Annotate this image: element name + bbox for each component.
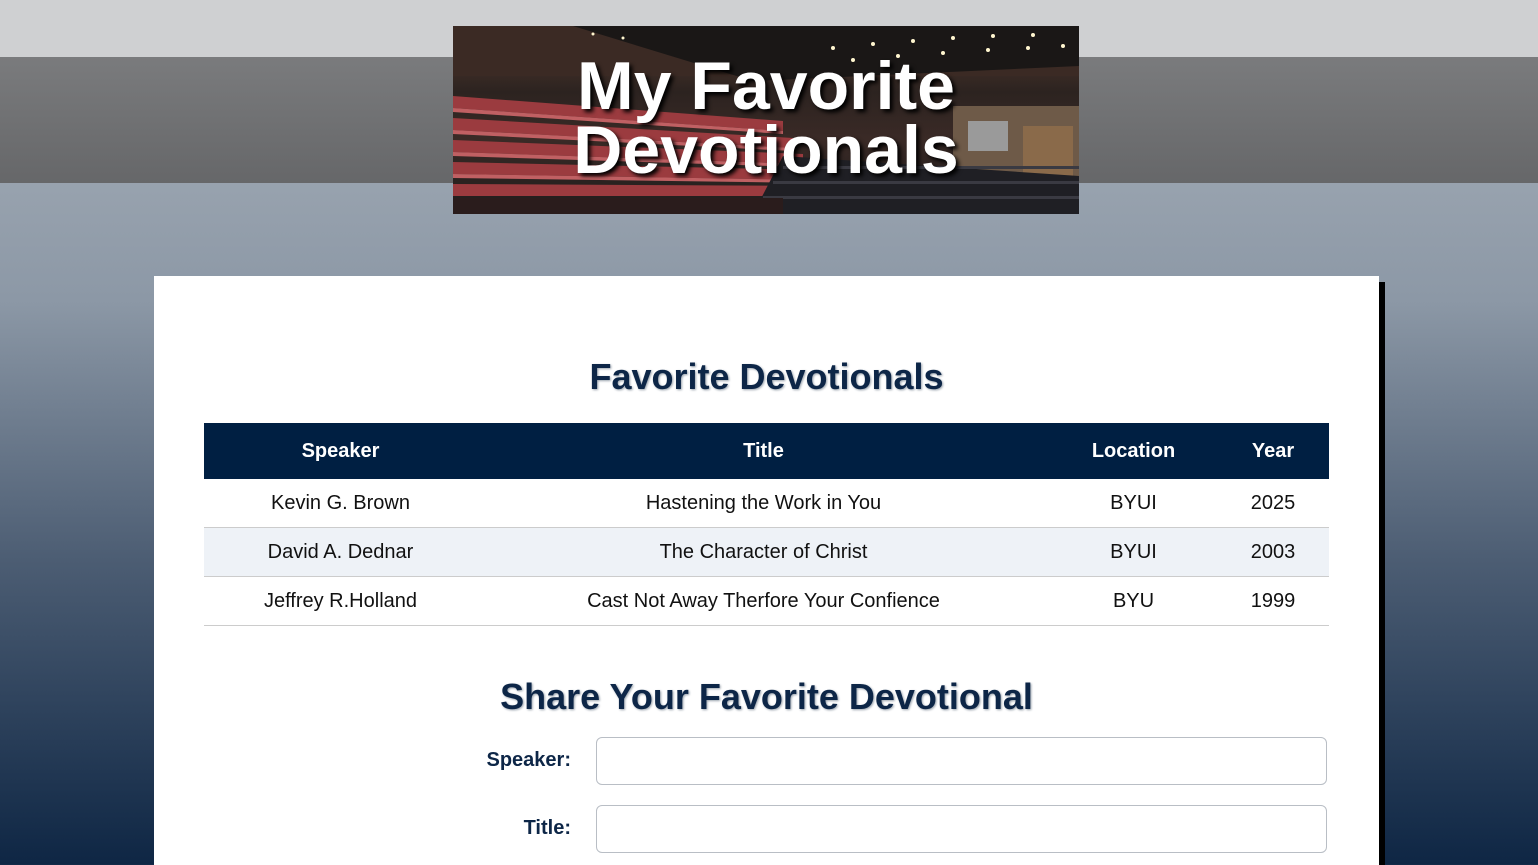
cell-year: 2025 [1217, 479, 1329, 528]
table-row: Jeffrey R.Holland Cast Not Away Therfore… [204, 576, 1329, 626]
cell-speaker: David A. Dednar [204, 527, 477, 577]
speaker-form-row: Speaker: [154, 737, 1379, 787]
speaker-input[interactable] [596, 737, 1327, 785]
column-header-title: Title [477, 423, 1050, 479]
cell-year: 2003 [1217, 527, 1329, 577]
devotionals-table: Speaker Title Location Year Kevin G. Bro… [204, 423, 1329, 626]
column-header-speaker: Speaker [204, 423, 477, 479]
column-header-year: Year [1217, 423, 1329, 479]
cell-location: BYU [1050, 576, 1217, 626]
share-form-heading: Share Your Favorite Devotional [500, 676, 1033, 717]
column-header-location: Location [1050, 423, 1217, 479]
favorites-heading: Favorite Devotionals [589, 356, 944, 397]
site-title: My Favorite Devotionals [453, 52, 1079, 184]
cell-title: Cast Not Away Therfore Your Confience [477, 576, 1050, 626]
cell-speaker: Jeffrey R.Holland [204, 576, 477, 626]
cell-speaker: Kevin G. Brown [204, 479, 477, 528]
cell-location: BYUI [1050, 527, 1217, 577]
speaker-label: Speaker: [486, 749, 572, 771]
title-form-row: Title: [154, 805, 1379, 855]
table-row: David A. Dednar The Character of Christ … [204, 527, 1329, 577]
table-header-row: Speaker Title Location Year [204, 423, 1329, 479]
title-input[interactable] [596, 805, 1327, 853]
cell-year: 1999 [1217, 576, 1329, 626]
content-card: Favorite Devotionals Speaker Title Locat… [154, 276, 1379, 865]
title-label: Title: [523, 817, 571, 839]
table-row: Kevin G. Brown Hastening the Work in You… [204, 479, 1329, 528]
cell-title: Hastening the Work in You [477, 479, 1050, 528]
header-banner-image: My Favorite Devotionals [453, 26, 1079, 214]
cell-title: The Character of Christ [477, 527, 1050, 577]
site-title-line2: Devotionals [573, 112, 959, 188]
cell-location: BYUI [1050, 479, 1217, 528]
